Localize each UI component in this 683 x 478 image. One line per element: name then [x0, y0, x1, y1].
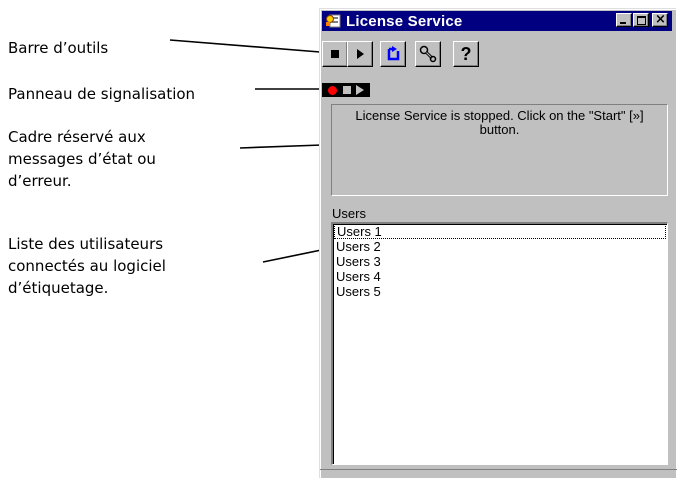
title-bar[interactable]: License Service × — [322, 11, 672, 31]
list-item[interactable]: Users 2 — [333, 239, 667, 254]
status-message: License Service is stopped. Click on the… — [355, 108, 644, 137]
wrench-icon — [419, 45, 437, 63]
stop-button[interactable] — [322, 41, 348, 67]
refresh-icon — [387, 46, 400, 61]
refresh-button[interactable] — [380, 41, 406, 67]
record-dot-icon — [328, 85, 337, 95]
maximize-icon[interactable] — [633, 13, 649, 27]
play-triangle-icon — [356, 85, 364, 95]
minimize-icon[interactable] — [616, 13, 632, 27]
license-service-window: License Service × ? License Service is s… — [319, 8, 677, 478]
start-button[interactable] — [347, 41, 373, 67]
leader-line-toolbar — [169, 39, 321, 53]
stop-square-icon — [331, 50, 339, 58]
help-button[interactable]: ? — [453, 41, 479, 67]
signal-panel — [322, 83, 370, 97]
list-item[interactable]: Users 1 — [334, 224, 666, 239]
settings-button[interactable] — [415, 41, 441, 67]
caption-buttons: × — [615, 12, 668, 27]
stop-square-icon — [343, 86, 351, 94]
play-triangle-icon — [357, 49, 364, 59]
users-label: Users — [332, 206, 366, 221]
list-item[interactable]: Users 5 — [333, 284, 667, 299]
window-title: License Service — [346, 12, 463, 30]
leader-line-status — [239, 144, 323, 149]
users-listbox[interactable]: Users 1 Users 2 Users 3 Users 4 Users 5 — [331, 222, 668, 465]
list-item[interactable]: Users 3 — [333, 254, 667, 269]
app-icon[interactable] — [325, 13, 341, 29]
close-icon[interactable]: × — [652, 12, 668, 27]
help-label: ? — [460, 43, 472, 64]
status-message-frame: License Service is stopped. Click on the… — [331, 104, 668, 196]
list-item[interactable]: Users 4 — [333, 269, 667, 284]
